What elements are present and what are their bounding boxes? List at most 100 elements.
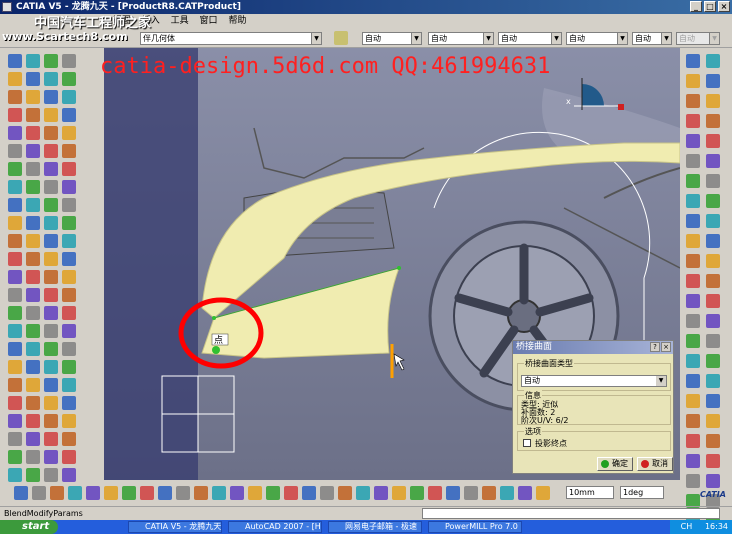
tool-icon[interactable] [706,114,720,128]
chevron-down-icon[interactable]: ▼ [656,376,666,386]
tool-icon[interactable] [686,414,700,428]
tool-icon[interactable] [62,108,76,122]
tool-icon[interactable] [62,270,76,284]
tool-icon[interactable] [44,90,58,104]
tool-icon[interactable] [706,174,720,188]
tool-icon[interactable] [686,54,700,68]
tool-icon[interactable] [44,180,58,194]
tool-icon[interactable] [320,486,334,500]
tool-icon[interactable] [140,486,154,500]
tool-icon[interactable] [446,486,460,500]
tool-icon[interactable] [392,486,406,500]
filter-combo-2[interactable]: 自动 ▼ [428,32,494,45]
tool-icon[interactable] [706,254,720,268]
task-mail[interactable]: 网易电子邮箱 - 极速 [328,521,422,533]
language-indicator[interactable]: CH [681,522,693,531]
tool-icon[interactable] [44,54,58,68]
tool-icon[interactable] [706,74,720,88]
tool-icon[interactable] [8,216,22,230]
tool-icon[interactable] [8,252,22,266]
tool-icon[interactable] [706,454,720,468]
tool-icon[interactable] [44,108,58,122]
tool-icon[interactable] [706,154,720,168]
tool-icon[interactable] [44,72,58,86]
tool-icon[interactable] [26,162,40,176]
tool-icon[interactable] [44,162,58,176]
tool-icon[interactable] [482,486,496,500]
tool-icon[interactable] [62,360,76,374]
tool-icon[interactable] [26,342,40,356]
close-button[interactable]: × [718,1,730,12]
tool-icon[interactable] [26,216,40,230]
tool-icon[interactable] [62,72,76,86]
tool-icon[interactable] [500,486,514,500]
tool-icon[interactable] [248,486,262,500]
tool-icon[interactable] [686,134,700,148]
maximize-button[interactable]: □ [704,1,716,12]
tool-icon[interactable] [26,270,40,284]
tool-icon[interactable] [686,394,700,408]
tool-icon[interactable] [26,180,40,194]
tool-icon[interactable] [356,486,370,500]
tool-icon[interactable] [62,144,76,158]
start-button[interactable]: start [0,520,58,534]
menu-tools[interactable]: 工具 [167,14,193,28]
tool-icon[interactable] [706,434,720,448]
tool-icon[interactable] [62,180,76,194]
tool-icon[interactable] [706,194,720,208]
tool-icon[interactable] [686,354,700,368]
filter-combo-1[interactable]: 自动 ▼ [362,32,422,45]
tool-icon[interactable] [8,450,22,464]
tool-icon[interactable] [338,486,352,500]
tool-icon[interactable] [26,234,40,248]
tool-icon[interactable] [62,324,76,338]
tool-icon[interactable] [536,486,550,500]
tool-icon[interactable] [26,252,40,266]
tool-icon[interactable] [686,254,700,268]
tool-icon[interactable] [62,126,76,140]
tool-icon[interactable] [706,274,720,288]
tool-icon[interactable] [26,378,40,392]
task-catia[interactable]: CATIA V5 - 龙腾九天 [128,521,222,533]
chevron-down-icon[interactable]: ▼ [311,33,321,44]
tool-icon[interactable] [686,94,700,108]
filter-combo-4[interactable]: 自动 ▼ [566,32,628,45]
tool-icon[interactable] [428,486,442,500]
tool-icon[interactable] [158,486,172,500]
tool-icon[interactable] [8,162,22,176]
tool-icon[interactable] [706,214,720,228]
dialog-close-button[interactable]: × [661,342,671,352]
tool-icon[interactable] [62,252,76,266]
tool-icon[interactable] [62,306,76,320]
tool-icon[interactable] [44,414,58,428]
ok-button[interactable]: 确定 [597,457,633,471]
menu-help[interactable]: 帮助 [224,14,250,28]
tool-icon[interactable] [706,234,720,248]
chevron-down-icon[interactable]: ▼ [617,33,627,44]
tool-icon[interactable] [62,396,76,410]
tool-icon[interactable] [686,374,700,388]
tool-icon[interactable] [686,334,700,348]
tool-icon[interactable] [8,90,22,104]
tool-icon[interactable] [706,134,720,148]
tool-icon[interactable] [8,72,22,86]
tool-icon[interactable] [706,94,720,108]
tool-icon[interactable] [44,198,58,212]
tool-icon[interactable] [284,486,298,500]
tool-icon[interactable] [686,314,700,328]
tool-icon[interactable] [686,434,700,448]
tool-icon[interactable] [26,306,40,320]
tool-icon[interactable] [176,486,190,500]
current-body-select[interactable]: 伴几何体 ▼ [140,32,322,45]
tool-icon[interactable] [26,108,40,122]
tool-icon[interactable] [62,54,76,68]
tool-icon[interactable] [8,144,22,158]
filter-combo-3[interactable]: 自动 ▼ [498,32,562,45]
tool-icon[interactable] [518,486,532,500]
tool-icon[interactable] [26,324,40,338]
tool-icon[interactable] [194,486,208,500]
tool-icon[interactable] [706,354,720,368]
tool-icon[interactable] [8,180,22,194]
tool-icon[interactable] [62,90,76,104]
menu-window[interactable]: 窗口 [196,14,222,28]
